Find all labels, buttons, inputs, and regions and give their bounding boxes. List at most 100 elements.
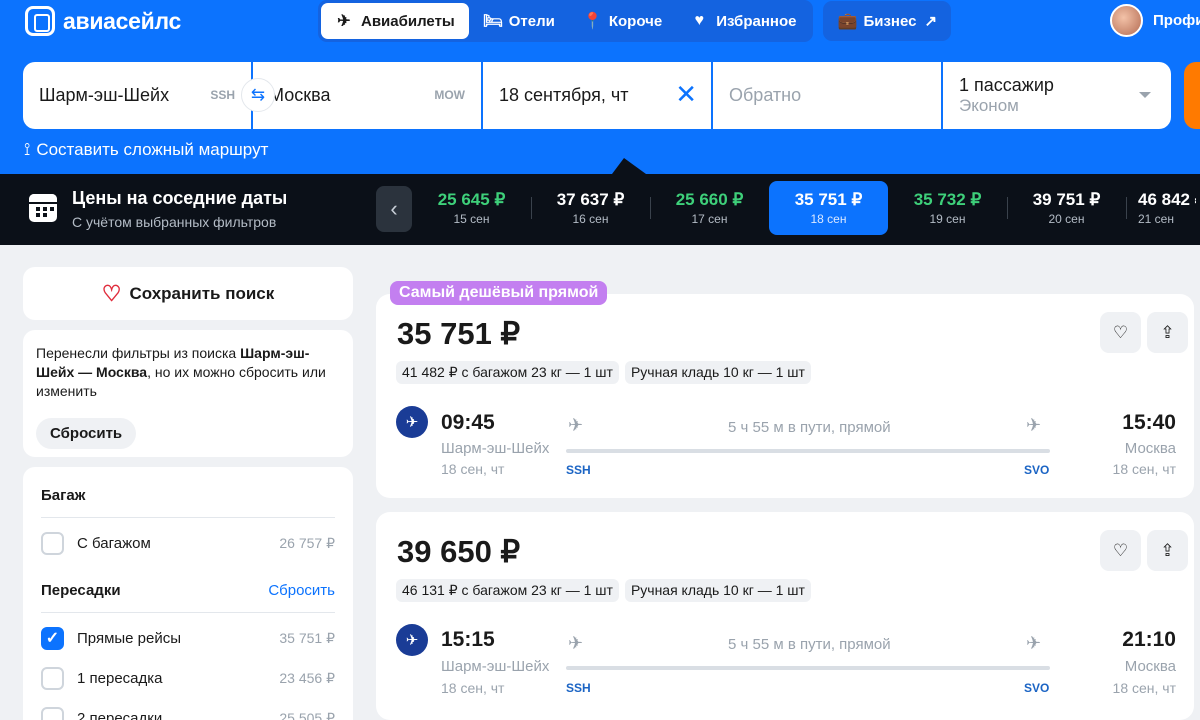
departure-time: 09:45 [441,411,495,434]
ticket-card[interactable]: 35 751 ₽ ♡ ⇪ 41 482 ₽ с багажом 23 кг — … [376,294,1194,498]
filters-panel: Багаж С багажом 26 757 ₽ Пересадки Сброс… [23,467,353,720]
notice-text-before: Перенесли фильтры из поиска [36,345,241,361]
arrival-date: 18 сен, чт [1112,680,1176,696]
reset-filters-button[interactable]: Сбросить [36,418,137,449]
travel-class: Эконом [959,96,1019,115]
top-nav: ✈ Авиабилеты 🛏 Отели 📍 Короче ♥ Избранно… [318,0,952,42]
date-price-item-selected[interactable]: 35 751 ₽ 18 сен [769,181,888,235]
date-price-item[interactable]: 35 732 ₽ 19 сен [888,181,1007,235]
hand-luggage-chip: Ручная кладь 10 кг — 1 шт [624,579,811,602]
nav-short[interactable]: 📍 Короче [569,3,676,39]
checkbox[interactable] [41,666,64,690]
swap-icon[interactable]: ⇆ [241,78,275,112]
arrival-city: Москва [1124,658,1176,675]
checkbox-checked[interactable]: ✓ [41,626,64,650]
route-line [566,449,1050,453]
baggage-chip: 41 482 ₽ с багажом 23 кг — 1 шт [396,361,619,384]
complex-route-link[interactable]: ⟟ Составить сложный маршрут [24,140,268,160]
return-placeholder: Обратно [729,85,802,105]
pin-icon: 📍 [582,13,603,30]
filter-option-baggage[interactable]: С багажом 26 757 ₽ [41,531,335,555]
close-icon[interactable]: ✕ [675,80,697,108]
filter-option-one-stop[interactable]: 1 пересадка 23 456 ₽ [41,666,335,690]
departure-time: 15:15 [441,628,495,651]
takeoff-icon: ✈ [568,633,584,653]
heart-icon: ♥ [694,12,704,29]
passengers-count: 1 пассажир [959,75,1054,95]
nav-hotels-label: Отели [508,12,555,30]
date-price-item[interactable]: 25 660 ₽ 17 сен [650,181,769,235]
nav-favorites[interactable]: ♥ Избранное [676,3,810,39]
baggage-chip: 46 131 ₽ с багажом 23 кг — 1 шт [396,579,619,602]
date-price: 39 751 ₽ [1032,190,1101,209]
nav-business-label: Бизнес [863,12,917,30]
route-line [566,666,1050,670]
nav-group: ✈ Авиабилеты 🛏 Отели 📍 Короче ♥ Избранно… [318,0,814,42]
checkbox[interactable] [41,531,64,555]
nearby-dates-title: Цены на соседние даты [72,188,288,208]
profile-label: Профи [1153,12,1200,29]
notch [612,158,646,174]
flight-duration: 5 ч 55 м в пути, прямой [728,636,891,653]
date-price: 46 842 ₽ [1138,190,1196,209]
nav-business[interactable]: 💼 Бизнес ↗ [823,1,952,41]
share-icon[interactable]: ⇪ [1147,312,1188,353]
checkbox[interactable] [41,706,64,720]
date-price: 25 660 ₽ [675,190,744,209]
ticket-price: 39 650 ₽ [397,534,521,569]
profile[interactable]: Профи [1110,4,1200,37]
origin-iata: SSH [210,88,235,102]
arrival-date: 18 сен, чт [1112,461,1176,477]
nav-flights[interactable]: ✈ Авиабилеты [321,3,469,39]
return-date-field[interactable]: Обратно [713,62,941,129]
date-label: 15 сен [453,212,490,226]
favorite-icon[interactable]: ♡ [1100,530,1141,571]
nav-short-label: Короче [608,12,663,30]
save-search-button[interactable]: ♡ Сохранить поиск [23,267,353,320]
date-price-item[interactable]: 46 842 ₽ 21 сен [1126,181,1196,235]
nav-favorites-label: Избранное [716,12,797,30]
share-icon[interactable]: ⇪ [1147,530,1188,571]
date-price-item[interactable]: 37 637 ₽ 16 сен [531,181,650,235]
departure-date: 18 сен, чт [441,680,505,696]
favorite-icon[interactable]: ♡ [1100,312,1141,353]
departure-date-field[interactable]: 18 сентября, чт ✕ [483,62,711,129]
filter-option-two-stops[interactable]: 2 пересадки 25 505 ₽ [41,706,335,720]
departure-city: Шарм-эш-Шейх [441,440,550,457]
search-button[interactable] [1184,62,1200,129]
nav-hotels[interactable]: 🛏 Отели [469,3,569,39]
passengers-field[interactable]: 1 пассажир Эконом [943,62,1171,129]
chevron-left-icon[interactable]: ‹ [376,186,412,232]
arrival-code: SVO [1024,681,1050,695]
logo[interactable]: авиасейлс [25,6,181,36]
ticket-card[interactable]: 39 650 ₽ ♡ ⇪ 46 131 ₽ с багажом 23 кг — … [376,512,1194,720]
airline-logo-icon: ✈ [396,624,428,656]
filters-notice: Перенесли фильтры из поиска Шарм-эш-Шейх… [23,330,353,457]
date-price-item[interactable]: 25 645 ₽ 15 сен [412,181,531,235]
arrival-city: Москва [1124,440,1176,457]
filter-option-label: 1 пересадка [77,669,163,687]
date-price: 35 732 ₽ [913,190,982,209]
date-label: 19 сен [929,212,966,226]
external-arrow-icon: ↗ [924,13,938,30]
ticket-chips: 41 482 ₽ с багажом 23 кг — 1 шт Ручная к… [396,361,811,384]
plane-icon: ✈ [337,13,351,30]
destination-field[interactable]: Москва MOW [253,62,481,129]
origin-field[interactable]: Шарм-эш-Шейх SSH ⇆ [23,62,275,129]
hand-luggage-chip: Ручная кладь 10 кг — 1 шт [624,361,811,384]
arrival-time: 21:10 [1122,628,1176,651]
logo-icon [25,6,55,36]
arrival-code: SVO [1024,463,1050,477]
date-price: 35 751 ₽ [794,190,863,209]
filter-option-price: 23 456 ₽ [279,669,335,686]
nearby-dates-bar: Цены на соседние даты С учётом выбранных… [0,174,1200,245]
avatar [1110,4,1143,37]
filter-option-label: С багажом [77,534,151,552]
ticket-price: 35 751 ₽ [397,316,521,351]
date-price-item[interactable]: 39 751 ₽ 20 сен [1007,181,1126,235]
stops-reset-link[interactable]: Сбросить [268,582,335,599]
filter-option-direct[interactable]: ✓ Прямые рейсы 35 751 ₽ [41,626,335,650]
baggage-filter-title: Багаж [41,487,86,504]
calendar-icon [29,194,57,222]
filter-option-price: 25 505 ₽ [279,709,335,720]
